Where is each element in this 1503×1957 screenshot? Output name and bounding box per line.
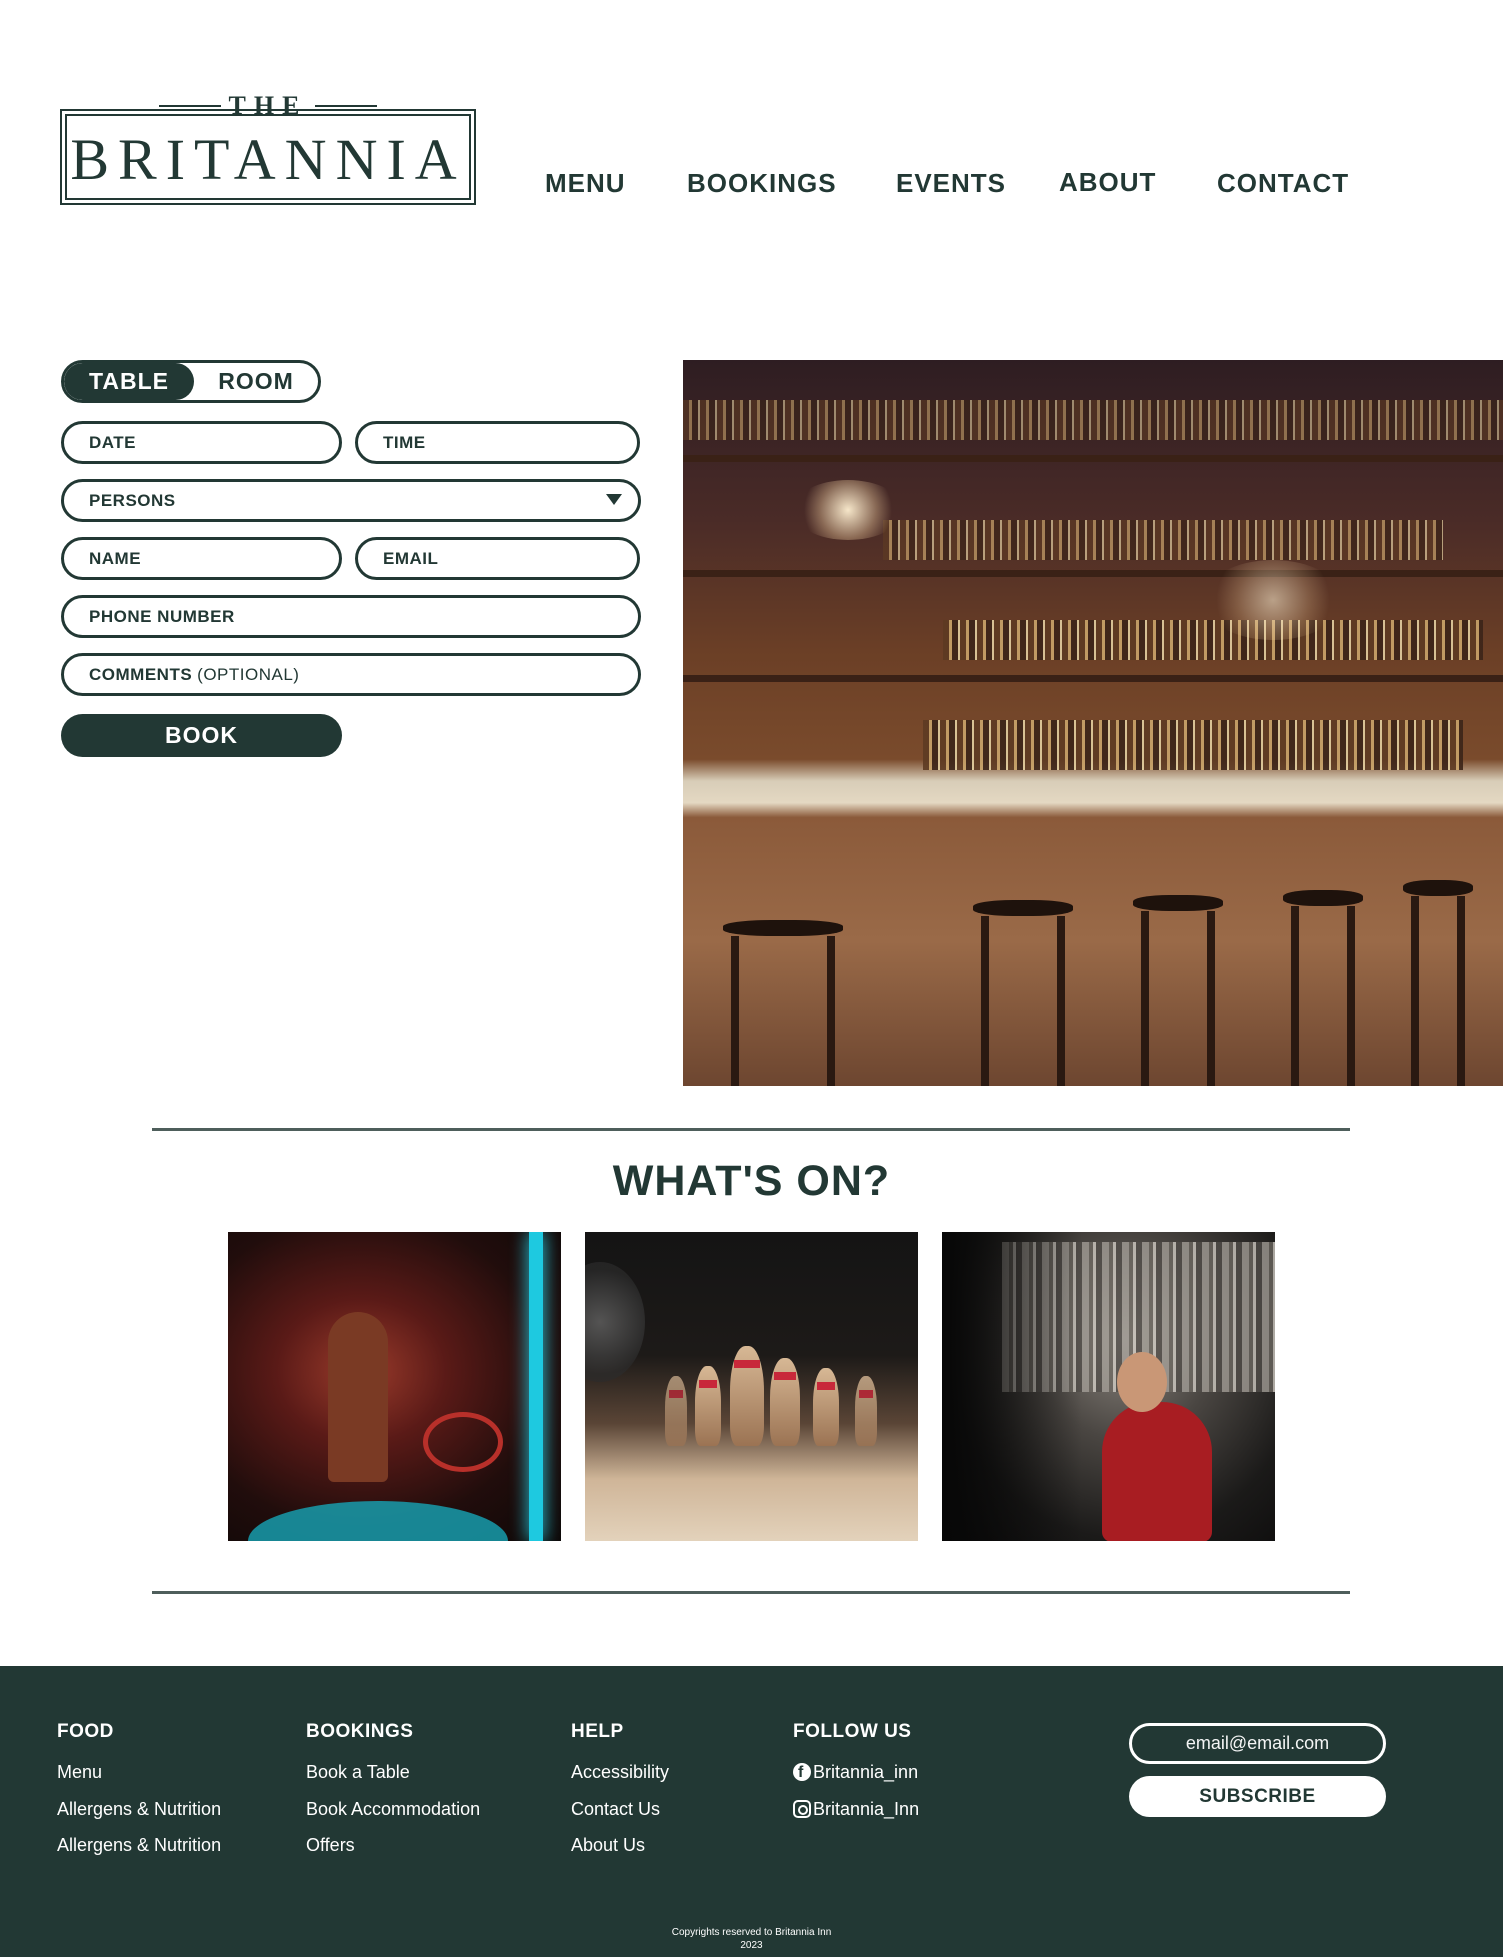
email-field[interactable]: EMAIL	[355, 537, 640, 580]
nav-about[interactable]: ABOUT	[1059, 167, 1156, 203]
bowling-pin	[730, 1346, 764, 1446]
footer-link-allergens[interactable]: Allergens & Nutrition	[57, 1791, 221, 1828]
bar-stool	[973, 900, 1073, 1086]
bowling-pin	[665, 1376, 687, 1446]
logo-rule-left	[158, 105, 221, 107]
bar-interior-photo	[683, 360, 1503, 1086]
bar-stool	[723, 920, 843, 1086]
footer-column-follow: FOLLOW US Britannia_inn Britannia_Inn	[793, 1719, 919, 1827]
nav-menu[interactable]: MENU	[545, 168, 626, 204]
patron	[1102, 1402, 1212, 1541]
footer-link-book-accommodation[interactable]: Book Accommodation	[306, 1791, 480, 1828]
booking-type-toggle: TABLE ROOM	[61, 360, 321, 403]
bowling-pin	[855, 1376, 877, 1446]
footer-link-allergens-2[interactable]: Allergens & Nutrition	[57, 1827, 221, 1864]
subscribe-button[interactable]: SUBSCRIBE	[1129, 1776, 1386, 1817]
stage-floor	[248, 1501, 508, 1541]
comments-field[interactable]: COMMENTS (OPTIONAL)	[61, 653, 641, 696]
event-card-bowling[interactable]	[585, 1232, 918, 1541]
time-field[interactable]: TIME	[355, 421, 640, 464]
bottle-shelf	[883, 520, 1443, 560]
copyright-year: 2023	[740, 1940, 763, 1951]
footer-link-book-table[interactable]: Book a Table	[306, 1754, 480, 1791]
book-button[interactable]: BOOK	[61, 714, 342, 757]
footer-link-offers[interactable]: Offers	[306, 1827, 480, 1864]
neon-light	[529, 1232, 543, 1541]
bowling-pin	[695, 1366, 721, 1446]
comments-label: COMMENTS	[89, 664, 193, 684]
nav-events[interactable]: EVENTS	[896, 168, 1006, 204]
footer-link-menu[interactable]: Menu	[57, 1754, 221, 1791]
section-divider-top	[152, 1128, 1350, 1131]
nav-contact[interactable]: CONTACT	[1217, 168, 1349, 204]
lamp-glow	[793, 480, 903, 540]
bottle-shelf	[683, 400, 1503, 440]
section-divider-bottom	[152, 1591, 1350, 1594]
dropdown-caret-icon	[606, 494, 622, 505]
footer-link-accessibility[interactable]: Accessibility	[571, 1754, 669, 1791]
logo-rule-right	[315, 105, 378, 107]
footer-column-bookings: BOOKINGS Book a Table Book Accommodation…	[306, 1719, 480, 1864]
drum-kit	[423, 1412, 503, 1472]
instagram-icon	[793, 1799, 811, 1818]
facebook-icon	[793, 1763, 811, 1782]
foreground-shadow	[942, 1232, 1082, 1541]
site-footer: FOOD Menu Allergens & Nutrition Allergen…	[0, 1666, 1503, 1957]
phone-field[interactable]: PHONE NUMBER	[61, 595, 641, 638]
persons-label: PERSONS	[89, 490, 176, 510]
logo-name: BRITANNIA	[70, 126, 466, 192]
persons-select[interactable]: PERSONS	[61, 479, 641, 522]
footer-column-food: FOOD Menu Allergens & Nutrition Allergen…	[57, 1719, 221, 1864]
footer-link-about-us[interactable]: About Us	[571, 1827, 669, 1864]
facebook-link[interactable]: Britannia_inn	[793, 1754, 919, 1791]
bowling-pin	[813, 1368, 839, 1446]
name-field[interactable]: NAME	[61, 537, 342, 580]
footer-heading-bookings: BOOKINGS	[306, 1721, 414, 1742]
bar-stool	[1283, 890, 1363, 1086]
footer-heading-food: FOOD	[57, 1721, 114, 1742]
footer-heading-help: HELP	[571, 1721, 624, 1742]
bottle-shelf	[943, 620, 1483, 660]
footer-heading-follow: FOLLOW US	[793, 1721, 912, 1742]
patron-head	[1117, 1352, 1167, 1412]
bowling-ball	[585, 1262, 645, 1382]
instagram-link[interactable]: Britannia_Inn	[793, 1791, 919, 1828]
event-card-sports-night[interactable]	[942, 1232, 1275, 1541]
newsletter-email-input[interactable]	[1129, 1723, 1386, 1764]
comments-optional-note: (OPTIONAL)	[197, 664, 300, 684]
footer-link-contact-us[interactable]: Contact Us	[571, 1791, 669, 1828]
bottle-shelf	[923, 720, 1463, 770]
logo-frame: BRITANNIA	[60, 109, 476, 205]
footer-column-help: HELP Accessibility Contact Us About Us	[571, 1719, 669, 1864]
bowling-pin	[770, 1358, 800, 1446]
site-logo[interactable]: THE BRITANNIA	[60, 93, 476, 205]
saxophone-player	[328, 1312, 388, 1482]
bar-stool	[1133, 895, 1223, 1086]
date-field[interactable]: DATE	[61, 421, 342, 464]
nav-bookings[interactable]: BOOKINGS	[687, 168, 837, 204]
shelf-line	[683, 570, 1503, 577]
toggle-room[interactable]: ROOM	[194, 363, 318, 400]
whats-on-heading: WHAT'S ON?	[612, 1157, 891, 1205]
copyright-notice: Copyrights reserved to Britannia Inn 202…	[0, 1926, 1503, 1952]
copyright-text: Copyrights reserved to Britannia Inn	[671, 1927, 832, 1938]
facebook-handle: Britannia_inn	[813, 1762, 919, 1782]
instagram-handle: Britannia_Inn	[813, 1798, 920, 1819]
toggle-table[interactable]: TABLE	[64, 363, 194, 400]
event-card-live-music[interactable]	[228, 1232, 561, 1541]
lamp-glow	[1203, 560, 1343, 640]
shelf-line	[683, 675, 1503, 682]
bar-stool	[1403, 880, 1473, 1086]
shelf-line	[683, 455, 1503, 462]
logo-inner-frame: BRITANNIA	[65, 114, 471, 200]
